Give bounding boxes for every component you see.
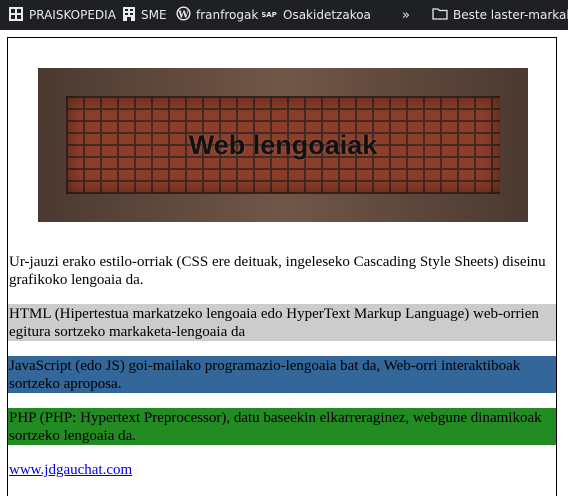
bookmark-label: PRAISKOPEDIA — [29, 8, 116, 22]
bookmark-label: Osakidetzakoa — [283, 8, 371, 22]
bookmark-praiskopedia[interactable]: PRAISKOPEDIA — [8, 0, 116, 30]
banner-title: Web lengoaiak — [188, 130, 378, 160]
bookmarks-bar: PRAISKOPEDIA SME W franfrogak SAP Osakid… — [0, 0, 568, 30]
other-bookmarks-folder[interactable]: Beste laster-markak — [432, 0, 568, 30]
svg-text:SAP: SAP — [262, 11, 277, 19]
sap-icon: SAP — [261, 7, 278, 23]
bookmark-label: Beste laster-markak — [453, 8, 568, 22]
banner-image: Web lengoaiak — [38, 68, 528, 222]
grid-icon — [8, 6, 24, 25]
bookmark-label: franfrogak — [196, 8, 259, 22]
paragraph-php: PHP (PHP: Hypertext Preprocessor), datu … — [8, 408, 556, 445]
bookmark-franfrogak[interactable]: W franfrogak — [176, 0, 258, 30]
folder-icon — [432, 7, 448, 23]
jdgauchat-link[interactable]: www.jdgauchat.com — [9, 462, 132, 478]
chevron-double-right-icon: » — [402, 7, 410, 23]
page-content: Web lengoaiak Ur-jauzi erako estilo-orri… — [7, 37, 557, 496]
paragraph-css: Ur-jauzi erako estilo-orriak (CSS ere de… — [9, 254, 546, 288]
bookmark-label: SME — [141, 8, 167, 22]
bookmark-sme[interactable]: SME — [122, 0, 167, 30]
paragraph-javascript: JavaScript (edo JS) goi-mailako programa… — [8, 356, 556, 393]
more-bookmarks-button[interactable]: » — [402, 0, 410, 30]
bookmark-osakidetzakoa[interactable]: SAP Osakidetzakoa — [261, 0, 371, 30]
svg-text:W: W — [177, 9, 189, 20]
paragraph-html: HTML (Hipertestua markatzeko lengoaia ed… — [8, 304, 556, 341]
building-icon — [122, 6, 136, 25]
wordpress-icon: W — [176, 6, 191, 24]
footer-link-container: www.jdgauchat.com — [8, 461, 556, 479]
